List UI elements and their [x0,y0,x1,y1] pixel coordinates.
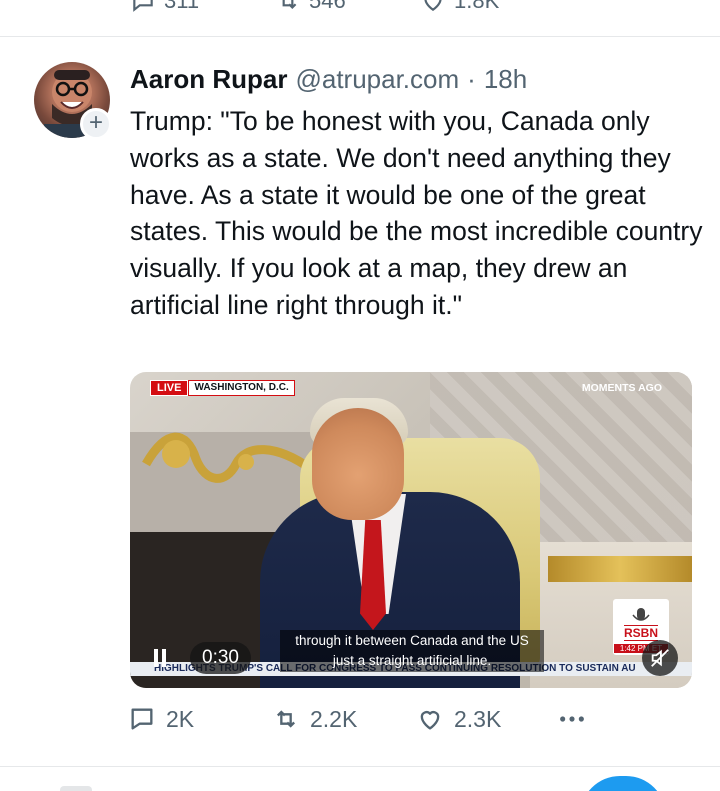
pause-icon-bar [162,649,166,667]
bottom-divider [0,766,720,767]
microphone-icon [632,608,650,621]
heart-icon [424,0,442,11]
video-person-head [312,408,404,520]
tweet-actions: 2K 2.2K 2.3K [128,705,608,741]
repost-count: 2.2K [310,705,358,732]
video-gold-trim [548,556,692,582]
like-count: 2.3K [454,705,502,732]
comment-icon [131,708,153,730]
repost-icon [282,0,297,10]
video-caption: through it between Canada and the US jus… [280,630,544,672]
repost-icon [277,710,295,728]
more-button[interactable] [558,705,586,733]
network-logo-text: RSBN [623,625,658,641]
prev-repost-count: 546 [309,0,346,13]
reply-count: 2K [166,705,195,732]
compose-button[interactable] [580,776,666,791]
plus-icon: + [88,109,103,136]
live-badge: LIVE [150,380,189,396]
author-handle[interactable]: @atrupar.com [295,64,459,95]
prev-like-count: 1.8K [454,0,500,13]
live-banner: LIVE WASHINGTON, D.C. [150,380,295,396]
header-separator: · [467,64,476,94]
pause-icon [154,649,158,667]
moments-ago-label: MOMENTS AGO [581,382,662,394]
like-button[interactable]: 2.3K [416,705,501,733]
video-player[interactable]: LIVE WASHINGTON, D.C. MOMENTS AGO RSBN 1… [130,372,692,688]
follow-plus-button[interactable]: + [80,108,112,140]
pause-button[interactable] [142,640,178,676]
video-gold-ornament [142,432,314,483]
heart-icon [420,711,440,730]
top-divider [0,36,720,37]
prev-repost-button[interactable]: 546 [275,0,346,14]
video-elapsed-time: 0:30 [190,642,251,674]
prev-reply-count: 311 [164,0,200,13]
repost-button[interactable]: 2.2K [272,705,357,733]
tweet-header: Aaron Rupar @atrupar.com · 18h [130,64,527,95]
prev-like-button[interactable]: 1.8K [420,0,499,14]
avatar-container[interactable]: + [34,62,112,140]
reply-button[interactable]: 2K [128,705,194,733]
next-tweet-avatar-edge [60,786,92,791]
tweet-text: Trump: "To be honest with you, Canada on… [130,106,703,320]
author-name[interactable]: Aaron Rupar [130,64,287,95]
tweet-time[interactable]: 18h [484,64,527,95]
prev-reply-button[interactable]: 311 [130,0,199,14]
location-badge: WASHINGTON, D.C. [188,380,295,396]
mute-icon [651,649,669,667]
mute-button[interactable] [642,640,678,676]
more-icon [560,716,584,722]
comment-icon [133,0,153,12]
